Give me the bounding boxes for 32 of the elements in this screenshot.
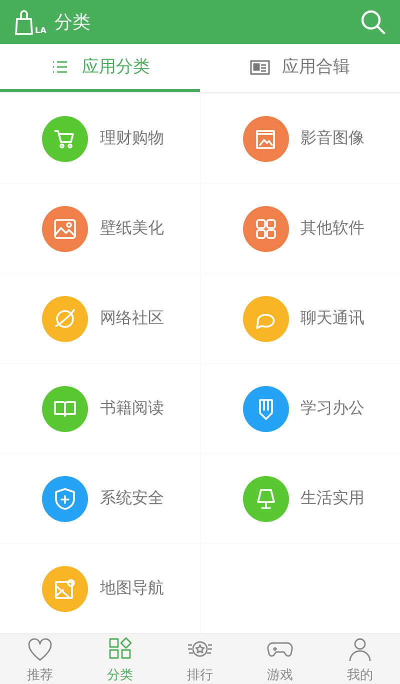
page-title: 分类 — [54, 11, 92, 34]
category-label: 网络社区 — [100, 308, 164, 330]
category-label: 系统安全 — [100, 488, 164, 510]
category-tile[interactable]: 书籍阅读 — [0, 364, 200, 454]
category-tile[interactable]: 影音图像 — [200, 94, 400, 184]
category-label: 地图导航 — [100, 578, 164, 600]
category-tile[interactable]: 其他软件 — [200, 184, 400, 274]
nav-tab[interactable]: 我的 — [320, 634, 400, 684]
nav-tab[interactable]: 推荐 — [0, 634, 80, 684]
logo-text: LA — [35, 27, 46, 36]
category-label: 聊天通讯 — [300, 308, 364, 330]
category-tile[interactable]: 理财购物 — [0, 94, 200, 184]
category-label: 书籍阅读 — [100, 398, 164, 420]
search-icon[interactable] — [360, 9, 386, 36]
category-label: 学习办公 — [300, 398, 364, 420]
category-label: 生活实用 — [300, 488, 364, 510]
category-label: 理财购物 — [100, 128, 164, 150]
category-tile[interactable]: 壁纸美化 — [0, 184, 200, 274]
category-tile[interactable]: 系统安全 — [0, 454, 200, 544]
category-label: 其他软件 — [300, 218, 364, 240]
nav-tab[interactable]: 排行 — [160, 634, 240, 684]
category-tile[interactable]: 聊天通讯 — [200, 274, 400, 364]
category-label: 壁纸美化 — [100, 218, 164, 240]
nav-tab[interactable]: 游戏 — [240, 634, 320, 684]
category-label: 影音图像 — [300, 128, 364, 150]
category-tile[interactable]: 网络社区 — [0, 274, 200, 364]
shopping-bag-icon — [14, 9, 34, 36]
category-tile[interactable]: 生活实用 — [200, 454, 400, 544]
category-tile[interactable]: 地图导航 — [0, 544, 200, 634]
category-tile[interactable]: 学习办公 — [200, 364, 400, 454]
nav-tab[interactable]: 分类 — [80, 634, 160, 684]
card-icon — [250, 58, 270, 76]
